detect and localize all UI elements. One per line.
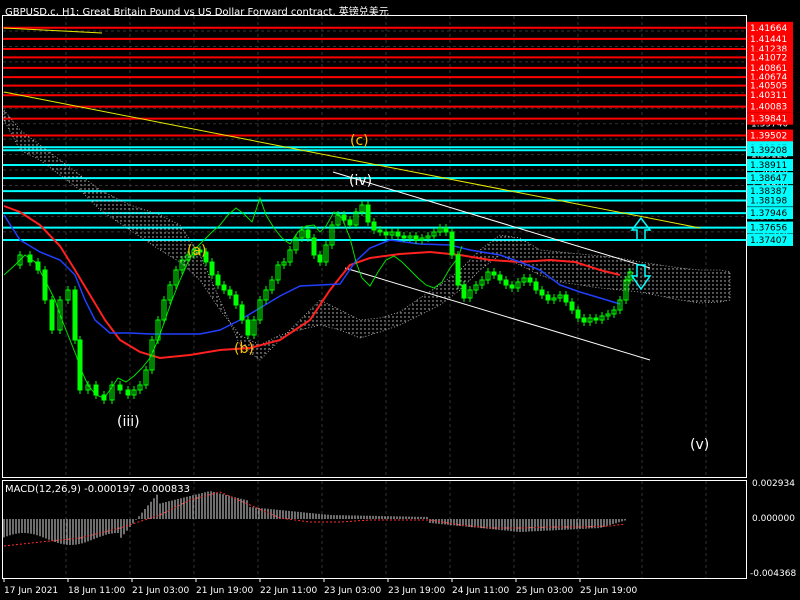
- candle-body: [221, 284, 227, 291]
- price-level-label: 1.39208: [750, 146, 787, 156]
- candle-body: [215, 274, 221, 286]
- candle-body: [575, 309, 581, 319]
- price-axis: 1.416001.412901.409801.406701.403601.400…: [747, 21, 793, 246]
- candle-body: [455, 254, 461, 286]
- price-chart[interactable]: 1.416001.412901.409801.406701.403601.400…: [0, 0, 800, 600]
- price-level-label: 1.37946: [750, 209, 787, 219]
- candle-body: [413, 235, 419, 241]
- price-level-label: 1.39841: [750, 115, 787, 125]
- wave-label-v: (v): [690, 437, 710, 453]
- candle-body: [401, 235, 407, 239]
- time-tick-label: 21 Jun 03:00: [132, 586, 189, 596]
- candle-body: [305, 229, 311, 239]
- candle-body: [497, 274, 503, 281]
- price-level-label: 1.40083: [750, 103, 787, 113]
- wave-label-a: (a): [187, 243, 207, 259]
- candle-body: [317, 254, 323, 263]
- candle-body: [593, 317, 599, 321]
- macd-axis-top: 0.002934: [752, 479, 795, 489]
- candle-body: [347, 219, 353, 226]
- macd-panel-frame: [2, 480, 747, 579]
- wave-label-c: (c): [350, 133, 369, 149]
- price-level-label: 1.39502: [750, 132, 787, 142]
- price-level-label: 1.37407: [750, 236, 787, 246]
- time-tick-label: 21 Jun 19:00: [196, 586, 253, 596]
- candle-body: [569, 301, 575, 311]
- price-level-label: 1.38198: [750, 197, 787, 207]
- candle-body: [527, 277, 533, 283]
- candle-body: [383, 231, 389, 236]
- time-tick-label: 17 Jun 2021: [4, 586, 58, 596]
- candle-body: [239, 304, 245, 321]
- price-level-label: 1.40311: [750, 91, 787, 101]
- candle-body: [227, 289, 233, 296]
- candle-body: [233, 294, 239, 306]
- price-level-label: 1.41664: [750, 24, 787, 34]
- price-level-label: 1.38647: [750, 174, 787, 184]
- candle-body: [341, 214, 347, 221]
- candle-body: [101, 394, 107, 401]
- candle-body: [125, 389, 131, 396]
- candle-body: [509, 284, 515, 289]
- time-tick-label: 25 Jun 03:00: [516, 586, 573, 596]
- candle-body: [27, 254, 33, 263]
- candle-body: [503, 279, 509, 286]
- candle-body: [371, 221, 377, 231]
- time-tick-label: 18 Jun 11:00: [68, 586, 125, 596]
- price-level-label: 1.37656: [750, 224, 787, 234]
- time-tick-label: 25 Jun 19:00: [580, 586, 637, 596]
- wave-label-iv: (iv): [349, 173, 373, 189]
- macd-label: MACD(12,26,9) -0.000197 -0.000833: [5, 484, 190, 495]
- candle-body: [35, 261, 41, 271]
- candle-body: [443, 227, 449, 233]
- candle-body: [93, 384, 99, 396]
- wave-label-b: (b): [234, 341, 254, 357]
- candle-body: [117, 384, 123, 391]
- candle-body: [461, 284, 467, 299]
- candle-body: [539, 289, 545, 296]
- macd-histogram: [3, 491, 626, 545]
- candle-body: [377, 229, 383, 233]
- candle-body: [581, 317, 587, 323]
- time-tick-label: 24 Jun 11:00: [452, 586, 509, 596]
- candle-body: [245, 319, 251, 336]
- time-tick-label: 23 Jun 19:00: [388, 586, 445, 596]
- candle-body: [49, 299, 55, 331]
- candle-body: [209, 261, 215, 276]
- arrow-up-icon[interactable]: [630, 216, 652, 241]
- time-tick-label: 23 Jun 03:00: [324, 586, 381, 596]
- candle-body: [72, 289, 78, 341]
- time-axis: 17 Jun 2021 18 Jun 11:00 21 Jun 03:00 21 Ju…: [3, 578, 637, 596]
- symbol-title: GBPUSD.c, H1: Great Britain Pound vs US …: [5, 7, 389, 18]
- candle-body: [77, 339, 83, 391]
- macd-axis-zero: 0.000000: [752, 514, 795, 524]
- candle-body: [449, 231, 455, 256]
- candle-body: [563, 294, 569, 303]
- candle-body: [545, 294, 551, 301]
- candle-body: [395, 231, 401, 237]
- price-level-label: 1.41072: [750, 53, 787, 63]
- candle-body: [311, 237, 317, 256]
- candle-body: [533, 281, 539, 291]
- candle-body: [491, 271, 497, 276]
- wave-label-iii: (iii): [117, 414, 140, 430]
- candle-body: [42, 269, 48, 301]
- candle-body: [365, 204, 371, 223]
- macd-axis-bottom: -0.004368: [750, 569, 797, 579]
- time-tick-label: 22 Jun 11:00: [260, 586, 317, 596]
- price-level-label: 1.38911: [750, 161, 787, 171]
